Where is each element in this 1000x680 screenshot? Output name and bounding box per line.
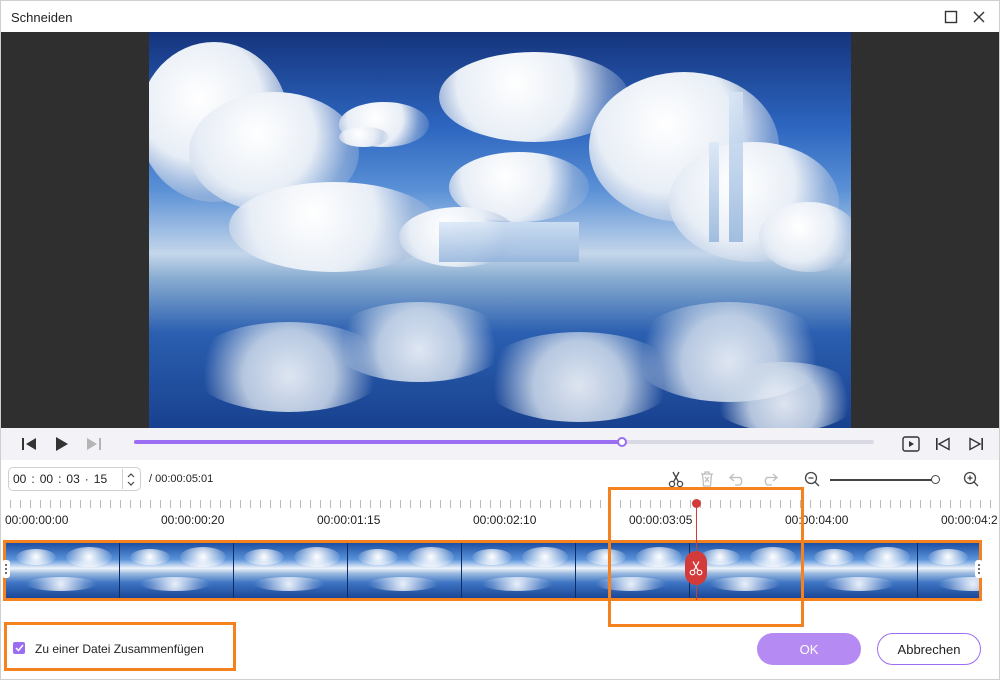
time-position-input[interactable]: 00 : 00 : 03 · 15 [8, 467, 141, 491]
ruler-label: 00:00:02:10 [473, 513, 537, 527]
ruler-ticks [0, 500, 1000, 508]
time-separator: : [31, 472, 35, 486]
time-seconds: 03 [66, 472, 80, 486]
progress-fill [134, 440, 623, 444]
time-separator: : [58, 472, 62, 486]
zoom-out-icon[interactable] [802, 469, 822, 489]
maximize-icon[interactable] [941, 7, 961, 27]
time-frame-separator: · [84, 472, 89, 486]
undo-icon[interactable] [728, 469, 748, 489]
timeline-ruler[interactable]: 00:00:00:00 00:00:00:20 00:00:01:15 00:0… [0, 500, 1000, 538]
time-hours: 00 [13, 472, 27, 486]
previous-frame-icon[interactable] [19, 434, 39, 454]
zoom-slider-thumb[interactable] [931, 475, 940, 484]
merge-checkbox[interactable] [13, 642, 25, 654]
ok-button[interactable]: OK [757, 633, 861, 665]
ruler-label: 00:00:01:15 [317, 513, 381, 527]
title-bar: Schneiden [0, 0, 1000, 32]
time-frames: 15 [93, 472, 108, 486]
edit-toolbar: 00 : 00 : 03 · 15 / 00:00:05:01 [0, 460, 1000, 500]
jump-end-icon[interactable] [966, 434, 986, 454]
window-title: Schneiden [11, 10, 73, 25]
play-icon[interactable] [52, 434, 72, 454]
delete-icon[interactable] [697, 469, 717, 489]
ruler-label: 00:00:04:2 [941, 513, 998, 527]
trim-handle-right[interactable] [975, 560, 983, 578]
redo-icon[interactable] [759, 469, 779, 489]
chevron-up-icon[interactable] [127, 472, 135, 478]
video-preview [149, 32, 851, 428]
time-minutes: 00 [39, 472, 54, 486]
close-icon[interactable] [969, 7, 989, 27]
chevron-down-icon[interactable] [127, 481, 135, 486]
total-duration: / 00:00:05:01 [149, 473, 214, 485]
next-frame-icon[interactable] [84, 434, 104, 454]
progress-thumb[interactable] [617, 437, 628, 447]
jump-start-icon[interactable] [933, 434, 953, 454]
preview-icon[interactable] [901, 434, 921, 454]
scissors-icon[interactable] [666, 469, 686, 489]
highlight-box-playhead [608, 487, 804, 627]
merge-label[interactable]: Zu einer Datei Zusammenfügen [35, 642, 204, 656]
selection-frame [3, 540, 982, 601]
ruler-label: 00:00:00:20 [161, 513, 225, 527]
trim-handle-left[interactable] [2, 560, 10, 578]
video-player [1, 32, 999, 428]
cancel-button[interactable]: Abbrechen [877, 633, 981, 665]
ruler-label: 00:00:00:00 [5, 513, 69, 527]
time-stepper[interactable] [122, 469, 138, 489]
playback-controls [1, 428, 999, 460]
progress-bar[interactable] [134, 437, 874, 447]
checkmark-icon [14, 644, 24, 652]
zoom-slider[interactable] [830, 479, 938, 481]
zoom-in-icon[interactable] [961, 469, 981, 489]
